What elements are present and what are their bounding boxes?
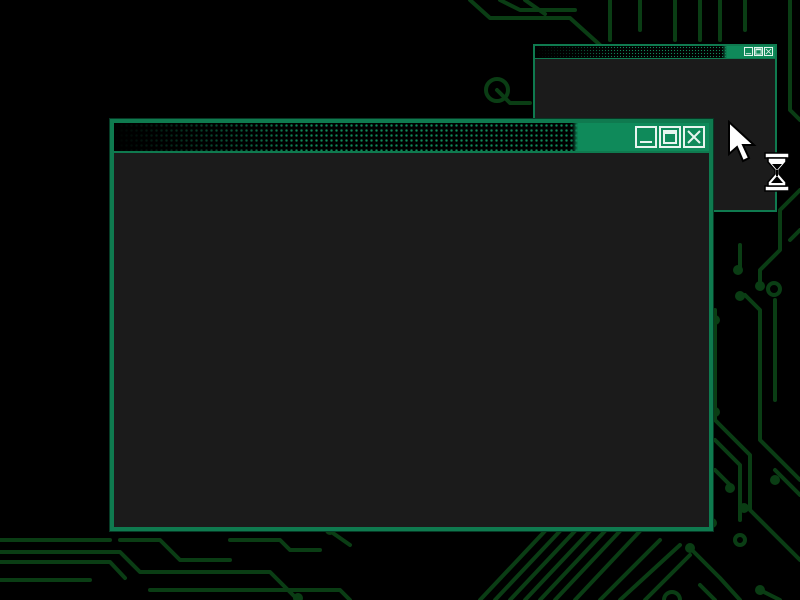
main-window-titlebar[interactable] — [114, 123, 709, 153]
close-icon — [765, 48, 772, 55]
arrow-cursor-icon — [728, 120, 757, 163]
hourglass-icon — [764, 152, 790, 192]
secondary-minimize-button[interactable] — [744, 47, 753, 56]
maximize-button[interactable] — [659, 126, 681, 148]
minimize-icon — [745, 53, 752, 55]
minimize-icon — [640, 141, 652, 143]
secondary-window-controls — [744, 47, 773, 56]
secondary-window-titlebar[interactable] — [535, 46, 775, 59]
secondary-close-button[interactable] — [764, 47, 773, 56]
main-window[interactable] — [110, 119, 713, 531]
main-window-controls — [635, 126, 705, 148]
close-button[interactable] — [683, 126, 705, 148]
minimize-button[interactable] — [635, 126, 657, 148]
main-window-content — [114, 155, 709, 527]
close-icon — [687, 130, 701, 144]
secondary-maximize-button[interactable] — [754, 47, 763, 56]
maximize-icon — [755, 48, 762, 55]
maximize-icon — [663, 130, 677, 144]
